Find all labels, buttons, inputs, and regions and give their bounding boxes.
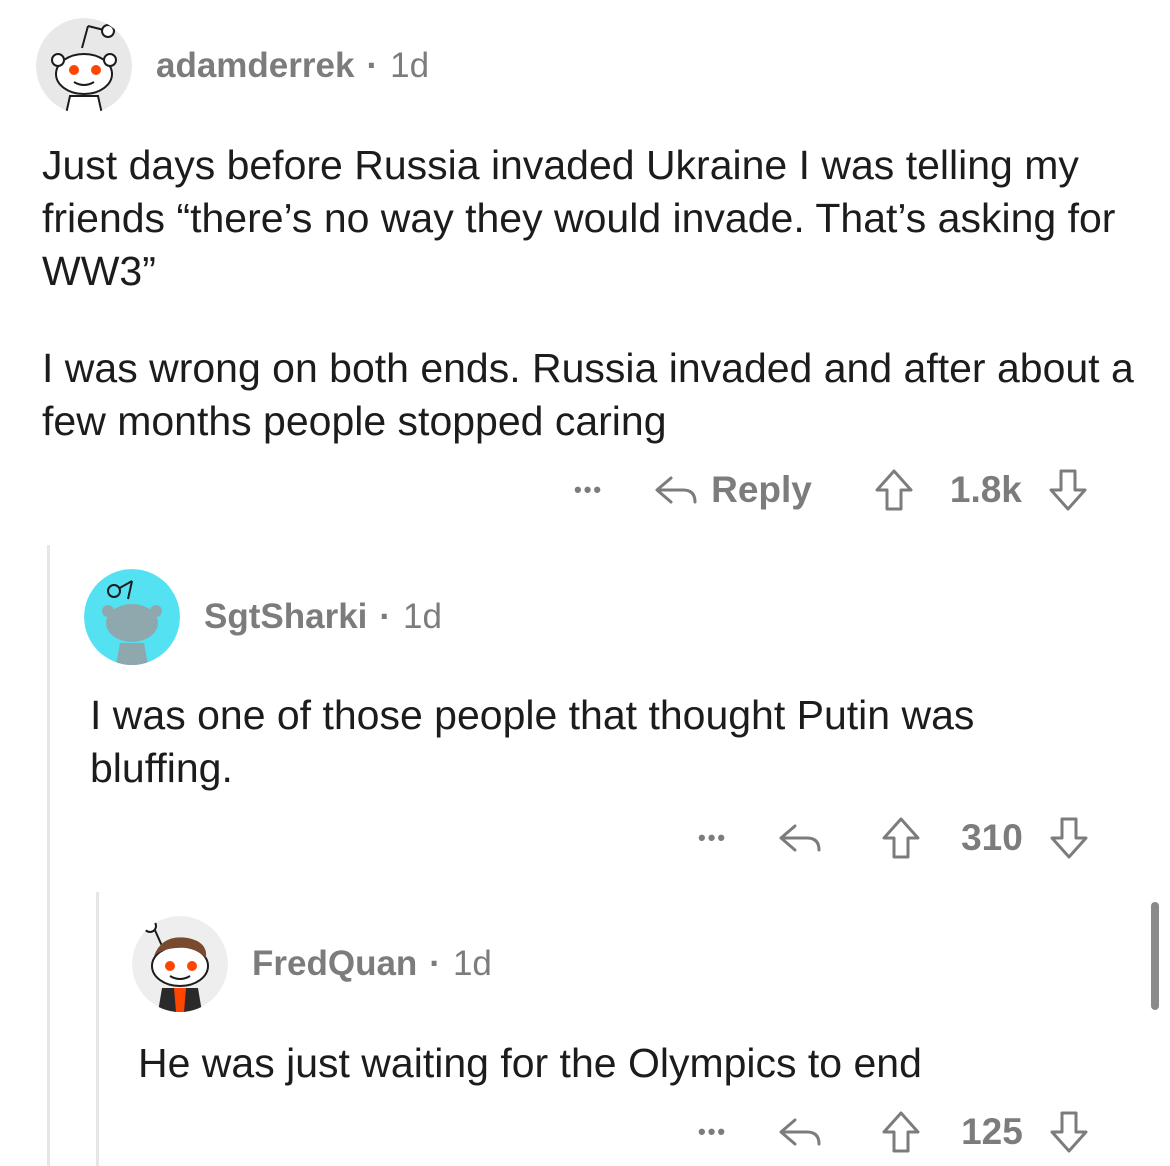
reply-icon — [779, 1118, 821, 1146]
reply-icon — [655, 476, 697, 504]
upvote-button[interactable] — [881, 1110, 921, 1154]
comment-meta: FredQuan · 1d — [252, 944, 492, 984]
upvote-button[interactable] — [874, 468, 914, 512]
upvote-icon — [882, 1111, 920, 1153]
separator-dot: · — [429, 944, 441, 983]
reply-button[interactable]: Reply — [653, 469, 812, 511]
more-icon: ••• — [574, 477, 604, 502]
more-icon: ••• — [698, 825, 728, 850]
downvote-icon — [1050, 817, 1088, 859]
comment-actions: ••• 125 — [698, 1102, 1089, 1162]
comment-paragraph: I was one of those people that thought P… — [90, 692, 975, 791]
comment-body: I was one of those people that thought P… — [90, 689, 1110, 795]
scrollbar[interactable] — [1151, 902, 1159, 1010]
more-button[interactable]: ••• — [698, 825, 727, 851]
username[interactable]: SgtSharki — [204, 597, 367, 636]
separator-dot: · — [366, 46, 379, 85]
upvote-icon — [875, 469, 913, 511]
avatar[interactable] — [84, 569, 180, 665]
comment-age: 1d — [403, 597, 442, 636]
snoo-avatar-icon — [132, 916, 228, 1012]
vote-score: 310 — [961, 817, 1023, 858]
comment-body: Just days before Russia invaded Ukraine … — [42, 139, 1152, 448]
upvote-button[interactable] — [881, 816, 921, 860]
comment-actions: ••• Reply 1.8k — [574, 460, 1088, 520]
thread-line-level-1[interactable] — [47, 545, 50, 1166]
reply-label: Reply — [711, 469, 812, 510]
snoo-avatar-icon — [84, 569, 180, 665]
avatar[interactable] — [132, 916, 228, 1012]
avatar[interactable] — [36, 18, 132, 114]
reply-icon — [779, 824, 821, 852]
reply-button[interactable] — [777, 1114, 823, 1150]
vote-score: 125 — [961, 1111, 1023, 1152]
separator-dot: · — [379, 597, 392, 636]
more-button[interactable]: ••• — [574, 477, 603, 503]
downvote-icon — [1050, 1111, 1088, 1153]
downvote-button[interactable] — [1049, 816, 1089, 860]
comment-paragraph: I was wrong on both ends. Russia invaded… — [42, 345, 1134, 444]
comment-body: He was just waiting for the Olympics to … — [138, 1037, 1128, 1090]
downvote-button[interactable] — [1049, 1110, 1089, 1154]
thread-line-level-2[interactable] — [96, 892, 99, 1166]
downvote-button[interactable] — [1048, 468, 1088, 512]
username[interactable]: adamderrek — [156, 46, 354, 85]
comment-paragraph: He was just waiting for the Olympics to … — [138, 1040, 922, 1086]
more-button[interactable]: ••• — [698, 1119, 727, 1145]
comment-age: 1d — [452, 944, 492, 983]
comment-age: 1d — [390, 46, 430, 85]
comment-meta: SgtSharki · 1d — [204, 597, 442, 637]
comment-meta: adamderrek · 1d — [156, 46, 429, 86]
comment-paragraph: Just days before Russia invaded Ukraine … — [42, 142, 1116, 294]
reply-button[interactable] — [777, 820, 823, 856]
username[interactable]: FredQuan — [252, 944, 417, 983]
vote-score: 1.8k — [949, 469, 1022, 510]
downvote-icon — [1049, 469, 1087, 511]
upvote-icon — [882, 817, 920, 859]
snoo-avatar-icon — [36, 18, 132, 114]
more-icon: ••• — [698, 1119, 728, 1144]
comment-actions: ••• 310 — [698, 808, 1089, 868]
